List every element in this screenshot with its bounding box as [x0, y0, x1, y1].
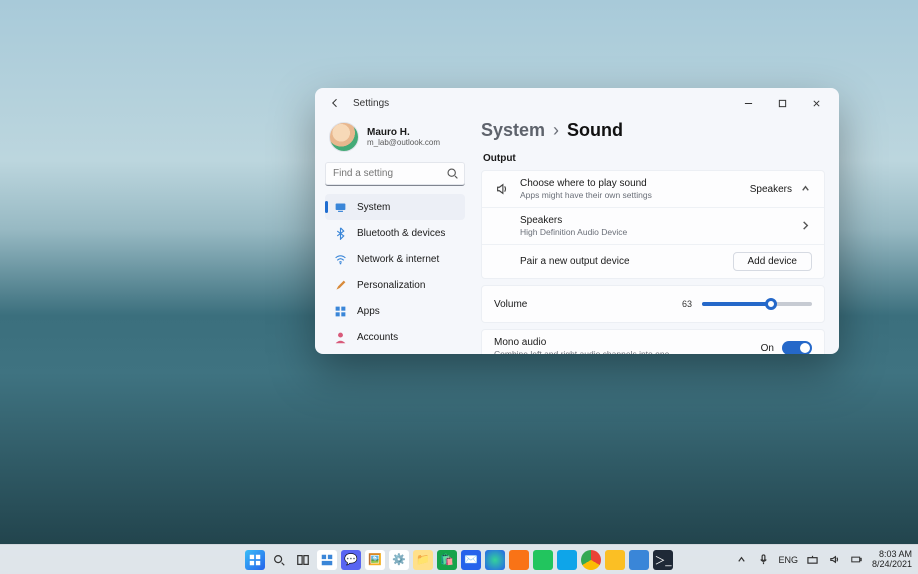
apps-icon — [333, 304, 347, 318]
store-icon[interactable]: 🛍️ — [437, 550, 457, 570]
taskbar-center: 💬 🖼️ ⚙️ 📁 🛍️ ✉️ ＞_ — [245, 550, 673, 570]
tray-network-icon[interactable] — [806, 553, 820, 567]
mono-state: On — [761, 343, 774, 354]
wifi-icon — [333, 252, 347, 266]
tray-date: 8/24/2021 — [872, 560, 912, 570]
output-choose-value: Speakers — [750, 184, 792, 195]
brush-icon — [333, 278, 347, 292]
app-icon-3[interactable] — [557, 550, 577, 570]
settings-icon[interactable]: ⚙️ — [389, 550, 409, 570]
app-icon-4[interactable] — [605, 550, 625, 570]
sidebar-item-apps[interactable]: Apps — [325, 298, 465, 324]
bluetooth-icon — [333, 226, 347, 240]
chevron-right-icon — [800, 220, 812, 232]
maximize-button[interactable] — [765, 92, 799, 114]
mono-sub: Combine left and right audio channels in… — [494, 349, 751, 354]
volume-value: 63 — [674, 299, 692, 309]
back-button[interactable] — [325, 93, 345, 113]
breadcrumb: System › Sound — [481, 118, 825, 149]
explorer-icon[interactable]: 📁 — [413, 550, 433, 570]
mono-row: Mono audio Combine left and right audio … — [482, 330, 824, 354]
sidebar-item-network[interactable]: Network & internet — [325, 246, 465, 272]
window-title: Settings — [353, 98, 389, 109]
mono-card: Mono audio Combine left and right audio … — [481, 329, 825, 354]
output-choose-card: Choose where to play sound Apps might ha… — [481, 170, 825, 279]
start-button[interactable] — [245, 550, 265, 570]
titlebar: Settings — [315, 88, 839, 118]
speaker-icon — [494, 182, 510, 196]
output-choose-sub: Apps might have their own settings — [520, 190, 740, 200]
tray-clock[interactable]: 8:03 AM 8/24/2021 — [872, 550, 912, 570]
user-block[interactable]: Mauro H. m_lab@outlook.com — [325, 118, 465, 162]
widgets-icon[interactable] — [317, 550, 337, 570]
task-view-icon[interactable] — [293, 550, 313, 570]
edge-icon[interactable] — [485, 550, 505, 570]
close-button[interactable] — [799, 92, 833, 114]
avatar — [329, 122, 359, 152]
app-icon-1[interactable] — [509, 550, 529, 570]
add-device-button[interactable]: Add device — [733, 252, 812, 271]
desktop: Settings Mauro H. m_lab@outlook.com — [0, 0, 918, 574]
tray-chevron-icon[interactable] — [734, 553, 748, 567]
breadcrumb-parent[interactable]: System — [481, 120, 545, 141]
sidebar-item-label: Bluetooth & devices — [357, 228, 445, 239]
sidebar-item-time[interactable]: Time & language — [325, 350, 465, 354]
breadcrumb-sep: › — [553, 120, 559, 141]
nav: System Bluetooth & devices Network & int… — [325, 194, 465, 354]
sidebar-item-label: Personalization — [357, 280, 425, 291]
taskbar-search-icon[interactable] — [269, 550, 289, 570]
output-choose-row[interactable]: Choose where to play sound Apps might ha… — [482, 171, 824, 207]
pair-label: Pair a new output device — [520, 256, 723, 267]
volume-label: Volume — [494, 299, 567, 310]
sidebar-item-accounts[interactable]: Accounts — [325, 324, 465, 350]
taskbar: 💬 🖼️ ⚙️ 📁 🛍️ ✉️ ＞_ ENG 8:03 AM 8/24/2 — [0, 544, 918, 574]
terminal-icon[interactable]: ＞_ — [653, 550, 673, 570]
sidebar-item-label: Network & internet — [357, 254, 439, 265]
tray-battery-icon[interactable] — [850, 553, 864, 567]
tray-language[interactable]: ENG — [778, 555, 798, 565]
chat-icon[interactable]: 💬 — [341, 550, 361, 570]
volume-card: Volume 63 — [481, 285, 825, 323]
chrome-icon[interactable] — [581, 550, 601, 570]
sidebar-item-personalization[interactable]: Personalization — [325, 272, 465, 298]
search-box — [325, 162, 465, 186]
volume-slider[interactable] — [702, 302, 812, 306]
sidebar-item-system[interactable]: System — [325, 194, 465, 220]
display-icon — [333, 200, 347, 214]
app-icon-5[interactable] — [629, 550, 649, 570]
user-email: m_lab@outlook.com — [367, 138, 440, 147]
main-pane: System › Sound Output Choose where to pl… — [475, 118, 839, 354]
speakers-sub: High Definition Audio Device — [520, 227, 790, 237]
sidebar-item-label: System — [357, 202, 390, 213]
minimize-button[interactable] — [731, 92, 765, 114]
photos-icon[interactable]: 🖼️ — [365, 550, 385, 570]
settings-window: Settings Mauro H. m_lab@outlook.com — [315, 88, 839, 354]
output-choose-title: Choose where to play sound — [520, 178, 740, 189]
sidebar: Mauro H. m_lab@outlook.com System Bl — [315, 118, 475, 354]
breadcrumb-current: Sound — [567, 120, 623, 141]
mono-toggle[interactable] — [782, 341, 812, 354]
chevron-up-icon — [800, 183, 812, 195]
person-icon — [333, 330, 347, 344]
search-input[interactable] — [325, 162, 465, 186]
mail-icon[interactable]: ✉️ — [461, 550, 481, 570]
volume-row: Volume 63 — [482, 286, 824, 322]
speakers-row[interactable]: Speakers High Definition Audio Device — [482, 207, 824, 244]
sidebar-item-label: Accounts — [357, 332, 398, 343]
search-icon[interactable] — [446, 167, 459, 180]
tray-volume-icon[interactable] — [828, 553, 842, 567]
pair-row: Pair a new output device Add device — [482, 244, 824, 278]
speakers-title: Speakers — [520, 215, 790, 226]
app-icon-2[interactable] — [533, 550, 553, 570]
taskbar-right: ENG 8:03 AM 8/24/2021 — [734, 550, 912, 570]
user-name: Mauro H. — [367, 127, 440, 138]
mono-title: Mono audio — [494, 337, 751, 348]
section-output: Output — [483, 153, 825, 164]
sidebar-item-bluetooth[interactable]: Bluetooth & devices — [325, 220, 465, 246]
tray-mic-icon[interactable] — [756, 553, 770, 567]
sidebar-item-label: Apps — [357, 306, 380, 317]
